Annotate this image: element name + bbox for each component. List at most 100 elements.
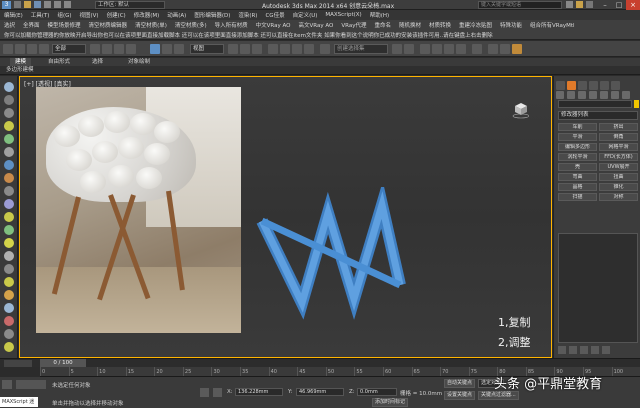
mirror-icon[interactable]: [392, 44, 402, 54]
align-icon[interactable]: [404, 44, 414, 54]
absolute-mode-icon[interactable]: [213, 388, 222, 397]
app-logo-icon[interactable]: 3: [2, 1, 11, 9]
rectangle-selection-icon[interactable]: [114, 44, 124, 54]
viewcube-icon[interactable]: [511, 101, 529, 119]
ribbon-tab[interactable]: 建模: [10, 58, 32, 66]
named-selection-set-input[interactable]: 创建选择集: [334, 44, 388, 54]
modifier-button[interactable]: 倒角: [599, 133, 638, 141]
plugin-button[interactable]: 模型场景修理: [44, 21, 85, 29]
menu-item[interactable]: 修改器(M): [130, 11, 164, 19]
left-tool-icon[interactable]: [4, 95, 14, 105]
left-tool-icon[interactable]: [4, 134, 14, 144]
redo-tool-icon[interactable]: [15, 44, 25, 54]
modifier-button[interactable]: 涡轮平滑: [558, 153, 597, 161]
menu-item[interactable]: 帮助(H): [366, 11, 393, 19]
left-tool-icon[interactable]: [4, 290, 14, 300]
left-tool-icon[interactable]: [4, 303, 14, 313]
curve-editor-icon[interactable]: [444, 44, 454, 54]
modifier-button[interactable]: 挤出: [599, 123, 638, 131]
menu-item[interactable]: 图形编辑器(D): [190, 11, 234, 19]
graphite-toggle-icon[interactable]: [432, 44, 442, 54]
left-tool-icon[interactable]: [4, 108, 14, 118]
show-end-result-icon[interactable]: [569, 346, 577, 354]
menu-item[interactable]: 编辑(E): [0, 11, 27, 19]
motion-tab-icon[interactable]: [589, 81, 598, 90]
remove-modifier-icon[interactable]: [591, 346, 599, 354]
menu-item[interactable]: 组(G): [53, 11, 75, 19]
left-tool-icon[interactable]: [4, 342, 14, 352]
select-and-move-icon[interactable]: [150, 44, 160, 54]
window-crossing-icon[interactable]: [126, 44, 136, 54]
key-filters-button[interactable]: 关键点过滤器...: [478, 391, 519, 400]
plugin-button[interactable]: 全界面: [19, 21, 44, 29]
x-coordinate[interactable]: 136.228mm: [235, 388, 283, 396]
left-tool-icon[interactable]: [4, 251, 14, 261]
lock-selection-icon[interactable]: [200, 388, 209, 397]
left-tool-icon[interactable]: [4, 173, 14, 183]
plugin-button[interactable]: 特殊功能: [496, 21, 526, 29]
plugin-button[interactable]: 选択: [0, 21, 19, 29]
space-warps-icon[interactable]: [611, 91, 619, 99]
pin-stack-icon[interactable]: [558, 346, 566, 354]
cameras-icon[interactable]: [589, 91, 597, 99]
material-editor-icon[interactable]: [472, 44, 482, 54]
plugin-button[interactable]: 中文VRay AO: [252, 21, 295, 29]
redo-icon[interactable]: [54, 1, 61, 8]
modifier-stack[interactable]: [558, 233, 638, 343]
left-tool-icon[interactable]: [4, 121, 14, 131]
undo-tool-icon[interactable]: [3, 44, 13, 54]
minimize-button[interactable]: –: [598, 0, 612, 10]
left-tool-icon[interactable]: [4, 329, 14, 339]
set-key-button[interactable]: 设置关键点: [444, 391, 476, 400]
edit-named-selection-icon[interactable]: [320, 44, 330, 54]
modifier-button[interactable]: 平滑: [558, 133, 597, 141]
menu-item[interactable]: 动画(A): [163, 11, 190, 19]
create-tab-icon[interactable]: [556, 81, 565, 90]
undo-icon[interactable]: [44, 1, 51, 8]
left-tool-icon[interactable]: [4, 277, 14, 287]
plugin-button[interactable]: 导入所有材质: [211, 21, 252, 29]
modifier-button[interactable]: 扭曲: [599, 173, 638, 181]
auto-key-button[interactable]: 自动关键点: [444, 379, 476, 388]
left-tool-icon[interactable]: [4, 225, 14, 235]
menu-item[interactable]: CG佳景: [261, 11, 288, 19]
render-setup-icon[interactable]: [488, 44, 498, 54]
plugin-button[interactable]: 清空材质编辑器: [85, 21, 132, 29]
hierarchy-tab-icon[interactable]: [578, 81, 587, 90]
new-icon[interactable]: [14, 1, 21, 8]
display-tab-icon[interactable]: [600, 81, 609, 90]
modifier-button[interactable]: 壳: [558, 163, 597, 171]
project-folder-icon[interactable]: [64, 1, 71, 8]
plugin-button[interactable]: 清空材质(单): [131, 21, 171, 29]
left-tool-icon[interactable]: [4, 160, 14, 170]
open-icon[interactable]: [24, 1, 31, 8]
binoculars-icon[interactable]: [566, 1, 573, 8]
select-manipulate-icon[interactable]: [240, 44, 250, 54]
modifier-button[interactable]: 车削: [558, 123, 597, 131]
object-name-field[interactable]: [558, 100, 632, 108]
select-by-name-icon[interactable]: [102, 44, 112, 54]
menu-item[interactable]: 渲染(R): [234, 11, 261, 19]
left-tool-icon[interactable]: [4, 212, 14, 222]
ribbon-tab[interactable]: 对象绘制: [128, 58, 150, 66]
schematic-view-icon[interactable]: [456, 44, 466, 54]
left-tool-icon[interactable]: [4, 316, 14, 326]
ribbon-panel-label[interactable]: 多边形建模: [6, 66, 34, 75]
helpers-icon[interactable]: [600, 91, 608, 99]
left-tool-icon[interactable]: [4, 264, 14, 274]
workspace-dropdown[interactable]: 工作区: 默认: [95, 1, 165, 9]
plugin-button[interactable]: 组合所有VRayMtl: [526, 21, 579, 29]
pivot-point-icon[interactable]: [228, 44, 238, 54]
ribbon-tab[interactable]: 选择: [92, 58, 103, 66]
maxscript-listener[interactable]: MAXScript 迷: [0, 397, 38, 407]
menu-item[interactable]: 工具(T): [27, 11, 54, 19]
menu-item[interactable]: 自定义(U): [289, 11, 322, 19]
percent-snap-icon[interactable]: [292, 44, 302, 54]
make-unique-icon[interactable]: [580, 346, 588, 354]
save-icon[interactable]: [34, 1, 41, 8]
modifier-button[interactable]: 扫描: [558, 193, 597, 201]
shapes-icon[interactable]: [567, 91, 575, 99]
plugin-button[interactable]: VRay代理: [337, 21, 370, 29]
modifier-button[interactable]: 编辑多边形: [558, 143, 597, 151]
maximize-button[interactable]: □: [612, 0, 626, 10]
